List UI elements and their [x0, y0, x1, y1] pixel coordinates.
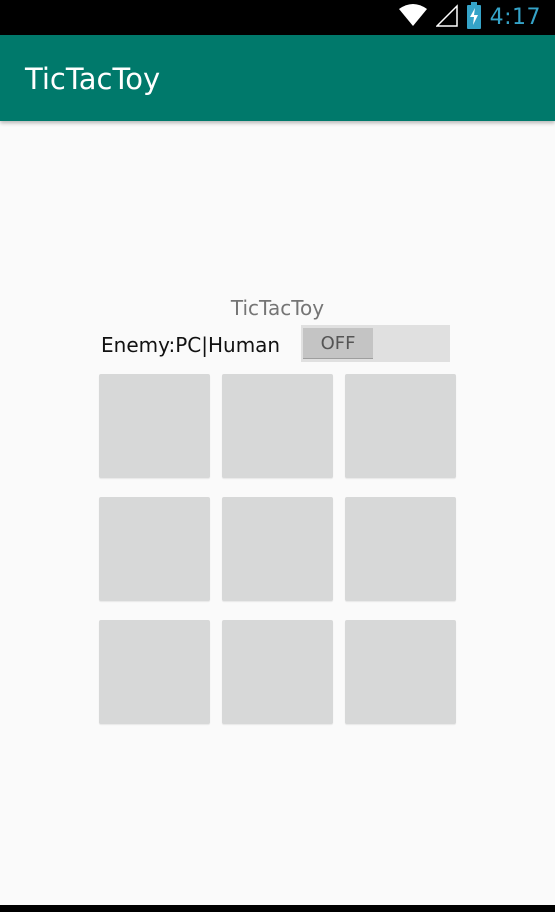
- enemy-mode-label: Enemy:PC|Human: [101, 333, 281, 357]
- game-board: [99, 374, 456, 724]
- board-cell-r1-c3[interactable]: [345, 374, 456, 478]
- toggle-state-label: OFF: [303, 328, 373, 359]
- app-title: TicTacToy: [25, 62, 161, 96]
- cell-signal-icon: [434, 3, 458, 32]
- status-bar: 4:17: [0, 0, 555, 35]
- board-cell-r1-c2[interactable]: [222, 374, 333, 478]
- status-icons: 4:17: [398, 0, 555, 35]
- board-cell-r1-c1[interactable]: [99, 374, 210, 478]
- board-cell-r2-c2[interactable]: [222, 497, 333, 601]
- board-cell-r2-c1[interactable]: [99, 497, 210, 601]
- game-title: TicTacToy: [230, 296, 325, 320]
- wifi-icon: [398, 3, 428, 32]
- board-cell-r3-c2[interactable]: [222, 620, 333, 724]
- app-bar: TicTacToy: [0, 35, 555, 121]
- status-time: 4:17: [489, 5, 541, 30]
- navigation-bar-edge: [0, 905, 555, 912]
- board-cell-r3-c1[interactable]: [99, 620, 210, 724]
- enemy-mode-toggle[interactable]: OFF: [301, 325, 450, 362]
- board-cell-r3-c3[interactable]: [345, 620, 456, 724]
- board-cell-r2-c3[interactable]: [345, 497, 456, 601]
- battery-charging-icon: [466, 1, 482, 34]
